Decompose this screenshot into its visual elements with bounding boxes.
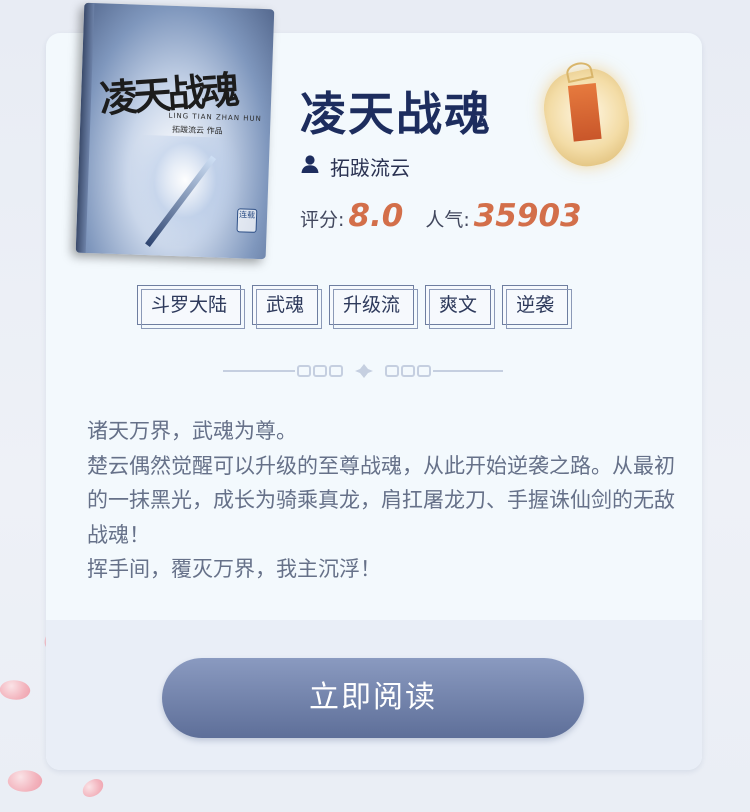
- tag-item[interactable]: 爽文: [425, 285, 496, 329]
- tag-list: 斗罗大陆 武魂 升级流 爽文 逆袭: [137, 285, 573, 329]
- tag-item[interactable]: 逆袭: [502, 285, 573, 329]
- ornament-icon: [297, 364, 431, 378]
- author-row[interactable]: 拓跋流云: [300, 153, 410, 180]
- petal-decoration: [79, 776, 107, 800]
- petal-decoration: [6, 767, 44, 795]
- author-name: 拓跋流云: [330, 155, 410, 180]
- cover-seal-stamp: 连载: [236, 208, 258, 233]
- stats-row: 评分: 8.0 人气: 35903: [300, 198, 582, 234]
- popularity-label: 人气:: [425, 209, 470, 231]
- popularity-value: 35903: [473, 198, 582, 234]
- amulet-talisman: [567, 83, 602, 142]
- user-icon: [300, 154, 320, 178]
- petal-decoration: [0, 676, 33, 704]
- ornament-divider: [223, 364, 503, 378]
- tag-item[interactable]: 斗罗大陆: [137, 285, 246, 329]
- rating-label: 评分:: [300, 209, 345, 231]
- book-title: 凌天战魂: [300, 87, 492, 141]
- rating-value: 8.0: [348, 198, 404, 234]
- read-now-button[interactable]: 立即阅读: [162, 658, 584, 738]
- divider-line-right: [433, 370, 503, 372]
- cover-subtitle: LING TIAN ZHAN HUN: [168, 111, 262, 124]
- book-description: 诸天万界，武魂为尊。 楚云偶然觉醒可以升级的至尊战魂，从此开始逆袭之路。从最初的…: [87, 414, 687, 587]
- tag-item[interactable]: 武魂: [252, 285, 323, 329]
- divider-line-left: [223, 370, 295, 372]
- description-paragraph: 诸天万界，武魂为尊。: [87, 419, 297, 443]
- cover-author-line: 拓跋流云 作品: [171, 124, 223, 136]
- description-paragraph: 楚云偶然觉醒可以升级的至尊战魂，从此开始逆袭之路。从最初的一抹黑光，成长为骑乘真…: [87, 453, 675, 547]
- book-cover-image[interactable]: 凌天战魂 LING TIAN ZHAN HUN 拓跋流云 作品 连载: [75, 2, 275, 260]
- description-paragraph: 挥手间，覆灭万界，我主沉浮！: [87, 557, 381, 581]
- tag-item[interactable]: 升级流: [329, 285, 419, 329]
